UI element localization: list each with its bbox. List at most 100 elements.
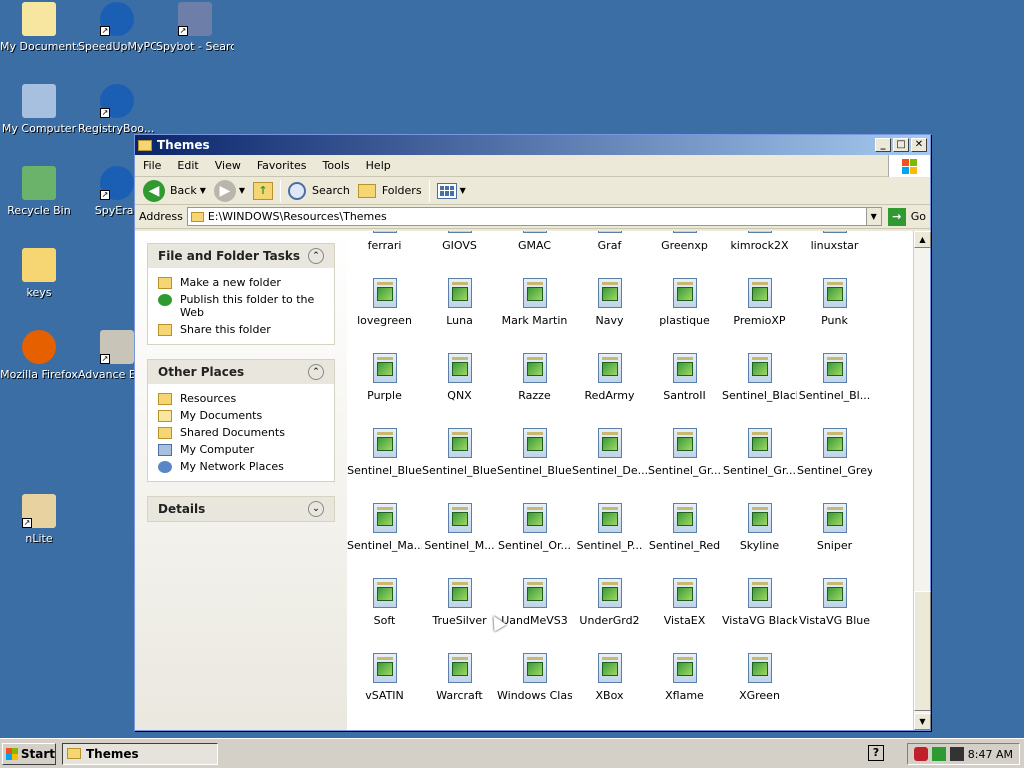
up-folder-button[interactable]: ↑ bbox=[249, 180, 277, 202]
file-item[interactable]: GIOVS bbox=[422, 231, 497, 252]
file-item[interactable]: XGreen bbox=[722, 653, 797, 702]
place-shared-documents[interactable]: Shared Documents bbox=[158, 424, 324, 441]
file-item[interactable]: Sentinel_Blue2 bbox=[422, 428, 497, 477]
collapse-icon[interactable]: ⌃ bbox=[308, 364, 324, 380]
other-places-header[interactable]: Other Places ⌃ bbox=[148, 360, 334, 384]
file-item[interactable]: Sentinel_Grey bbox=[797, 428, 872, 477]
title-bar[interactable]: Themes _ □ ✕ bbox=[135, 135, 930, 155]
file-item[interactable]: Sentinel_Gr... bbox=[647, 428, 722, 477]
file-item[interactable]: Greenxp bbox=[647, 231, 722, 252]
desktop-icon-1[interactable]: ↗ SpeedUpMyPC 3 bbox=[78, 2, 156, 53]
file-item[interactable]: Sentinel_Bl... bbox=[797, 353, 872, 402]
file-item[interactable]: Luna bbox=[422, 278, 497, 327]
desktop-icon-7[interactable]: keys bbox=[0, 248, 78, 299]
menu-view[interactable]: View bbox=[207, 157, 249, 174]
file-item[interactable]: Soft bbox=[347, 578, 422, 627]
file-item[interactable]: TrueSilver bbox=[422, 578, 497, 627]
taskbar-item-themes[interactable]: Themes bbox=[62, 742, 218, 765]
file-item[interactable]: UandMeVS3 bbox=[497, 578, 572, 627]
minimize-button[interactable]: _ bbox=[875, 138, 891, 152]
scroll-up-button[interactable]: ▲ bbox=[914, 231, 931, 248]
file-item[interactable]: Sniper bbox=[797, 503, 872, 552]
desktop-icon-8[interactable]: Mozilla Firefox bbox=[0, 330, 78, 381]
file-item[interactable]: Sentinel_Blue bbox=[347, 428, 422, 477]
chevron-down-icon[interactable]: ▼ bbox=[239, 186, 245, 195]
file-item[interactable]: VistaEX bbox=[647, 578, 722, 627]
file-item[interactable]: Razze bbox=[497, 353, 572, 402]
menu-edit[interactable]: Edit bbox=[169, 157, 206, 174]
file-item[interactable]: Xflame bbox=[647, 653, 722, 702]
collapse-icon[interactable]: ⌃ bbox=[308, 248, 324, 264]
file-item[interactable]: UnderGrd2 bbox=[572, 578, 647, 627]
share-folder-link[interactable]: Share this folder bbox=[158, 321, 324, 338]
desktop-icon-4[interactable]: ↗RegistryBoo... 2 bbox=[78, 84, 156, 135]
file-item[interactable]: vSATIN bbox=[347, 653, 422, 702]
menu-file[interactable]: File bbox=[135, 157, 169, 174]
chevron-down-icon[interactable]: ▼ bbox=[200, 186, 206, 195]
close-button[interactable]: ✕ bbox=[911, 138, 927, 152]
file-item[interactable]: Sentinel_Red bbox=[647, 503, 722, 552]
file-item[interactable]: Mark Martin bbox=[497, 278, 572, 327]
file-folder-tasks-header[interactable]: File and Folder Tasks ⌃ bbox=[148, 244, 334, 268]
folders-button[interactable]: Folders bbox=[354, 182, 426, 200]
file-item[interactable]: plastique bbox=[647, 278, 722, 327]
desktop-icon-10[interactable]: ↗ nLite bbox=[0, 494, 78, 545]
address-dropdown-button[interactable]: ▼ bbox=[865, 208, 881, 225]
vertical-scrollbar[interactable]: ▲ ▼ bbox=[913, 231, 931, 730]
expand-icon[interactable]: ⌄ bbox=[308, 501, 324, 517]
file-item[interactable]: SantroII bbox=[647, 353, 722, 402]
shield-icon[interactable] bbox=[913, 747, 928, 761]
place-resources[interactable]: Resources bbox=[158, 390, 324, 407]
file-item[interactable]: Skyline bbox=[722, 503, 797, 552]
file-item[interactable]: Sentinel_Black bbox=[722, 353, 797, 402]
help-icon[interactable]: ? bbox=[868, 745, 884, 761]
file-item[interactable]: Purple bbox=[347, 353, 422, 402]
chevron-down-icon[interactable]: ▼ bbox=[460, 186, 466, 195]
back-button[interactable]: ◀ Back ▼ bbox=[139, 178, 210, 204]
file-item[interactable]: Sentinel_M... bbox=[422, 503, 497, 552]
start-button[interactable]: Start bbox=[2, 742, 56, 765]
menu-tools[interactable]: Tools bbox=[315, 157, 358, 174]
menu-favorites[interactable]: Favorites bbox=[249, 157, 315, 174]
publish-to-web-link[interactable]: Publish this folder to the Web bbox=[158, 291, 324, 321]
file-item[interactable]: Navy bbox=[572, 278, 647, 327]
make-new-folder-link[interactable]: Make a new folder bbox=[158, 274, 324, 291]
file-item[interactable]: lovegreen bbox=[347, 278, 422, 327]
file-item[interactable]: PremioXP bbox=[722, 278, 797, 327]
details-header[interactable]: Details ⌄ bbox=[148, 497, 334, 521]
file-item[interactable]: Graf bbox=[572, 231, 647, 252]
file-item[interactable]: XBox bbox=[572, 653, 647, 702]
forward-button[interactable]: ▶ ▼ bbox=[210, 178, 249, 204]
file-item[interactable]: kimrock2X bbox=[722, 231, 797, 252]
file-item[interactable]: Sentinel_Ma... bbox=[347, 503, 422, 552]
address-input[interactable]: E:\WINDOWS\Resources\Themes ▼ bbox=[186, 207, 882, 226]
file-item[interactable]: Sentinel_Blue3 bbox=[497, 428, 572, 477]
file-item[interactable]: VistaVG Black bbox=[722, 578, 797, 627]
maximize-button[interactable]: □ bbox=[893, 138, 909, 152]
desktop-icon-3[interactable]: My Computer bbox=[0, 84, 78, 135]
file-item[interactable]: Warcraft bbox=[422, 653, 497, 702]
scroll-down-button[interactable]: ▼ bbox=[914, 713, 931, 730]
desktop-icon-0[interactable]: My Documents bbox=[0, 2, 78, 53]
file-item[interactable]: ferrari bbox=[347, 231, 422, 252]
file-item[interactable]: VistaVG Blue bbox=[797, 578, 872, 627]
file-item[interactable]: Sentinel_De... bbox=[572, 428, 647, 477]
file-item[interactable]: Sentinel_Gr... bbox=[722, 428, 797, 477]
file-item[interactable]: GMAC bbox=[497, 231, 572, 252]
place-my-network-places[interactable]: My Network Places bbox=[158, 458, 324, 475]
file-item[interactable]: Sentinel_P... bbox=[572, 503, 647, 552]
file-item[interactable]: Punk bbox=[797, 278, 872, 327]
search-button[interactable]: Search bbox=[284, 180, 354, 202]
file-item[interactable]: Windows Classic bbox=[497, 653, 572, 702]
battery-icon[interactable] bbox=[949, 747, 964, 761]
place-my-computer[interactable]: My Computer bbox=[158, 441, 324, 458]
desktop-icon-2[interactable]: ↗ Spybot - Searc... bbox=[156, 2, 234, 53]
go-button[interactable]: → Go bbox=[887, 207, 926, 226]
file-item[interactable]: QNX bbox=[422, 353, 497, 402]
menu-help[interactable]: Help bbox=[358, 157, 399, 174]
desktop-icon-5[interactable]: Recycle Bin bbox=[0, 166, 78, 217]
scroll-thumb[interactable] bbox=[914, 591, 931, 711]
file-item[interactable]: Sentinel_Or... bbox=[497, 503, 572, 552]
file-item[interactable]: RedArmy bbox=[572, 353, 647, 402]
file-item[interactable]: linuxstar bbox=[797, 231, 872, 252]
